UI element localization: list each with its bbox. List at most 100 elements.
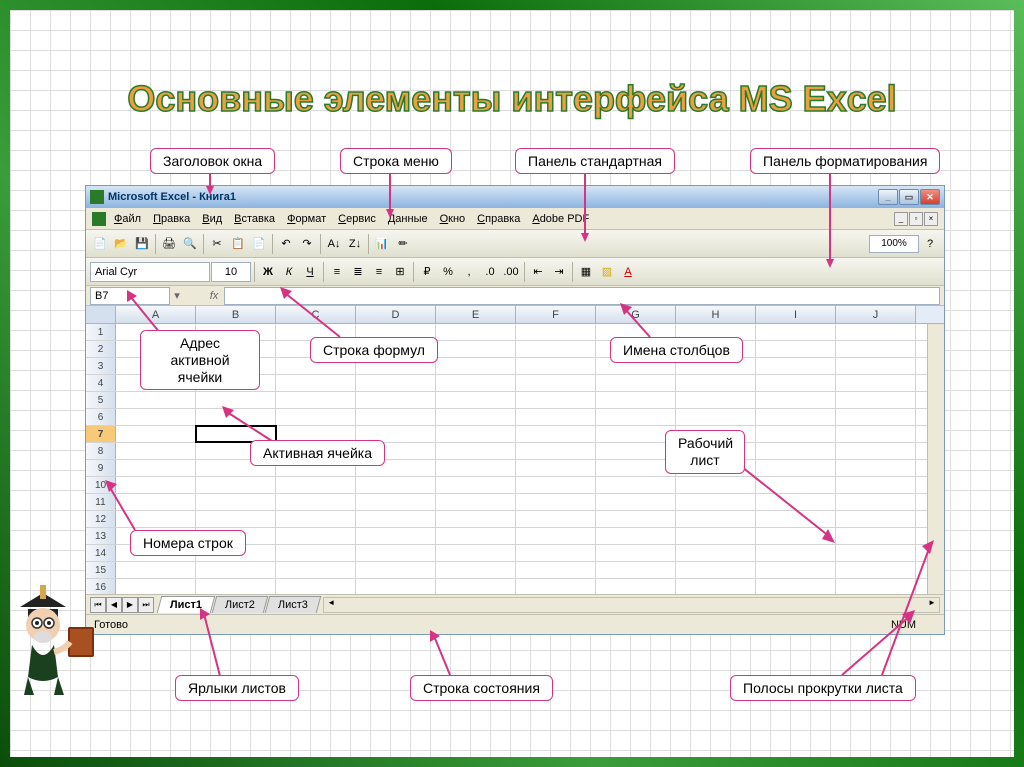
italic-button[interactable]: К (279, 262, 299, 282)
cell[interactable] (516, 579, 596, 594)
cell[interactable] (596, 443, 676, 459)
font-size-select[interactable] (211, 262, 251, 282)
cell[interactable] (356, 579, 436, 594)
cell[interactable] (356, 494, 436, 510)
help-button[interactable]: ? (920, 234, 940, 254)
cell[interactable] (436, 443, 516, 459)
doc-restore-button[interactable]: ▫ (909, 212, 923, 226)
cell[interactable] (276, 409, 356, 425)
cell[interactable] (596, 562, 676, 578)
save-button[interactable]: 💾 (132, 234, 152, 254)
menu-item[interactable]: Правка (147, 211, 196, 227)
cell[interactable] (596, 579, 676, 594)
cell[interactable] (516, 460, 596, 476)
cell[interactable] (516, 443, 596, 459)
cell[interactable] (756, 324, 836, 340)
cell[interactable] (356, 392, 436, 408)
percent-button[interactable]: % (438, 262, 458, 282)
cell[interactable] (756, 409, 836, 425)
row-header[interactable]: 6 (86, 409, 116, 425)
cell[interactable] (516, 341, 596, 357)
cell[interactable] (516, 545, 596, 561)
redo-button[interactable]: ↷ (297, 234, 317, 254)
cell[interactable] (116, 443, 196, 459)
row-header[interactable]: 5 (86, 392, 116, 408)
drawing-button[interactable]: ✏ (393, 234, 413, 254)
cell[interactable] (596, 409, 676, 425)
cell[interactable] (516, 324, 596, 340)
align-center-button[interactable]: ≣ (348, 262, 368, 282)
cell[interactable] (596, 477, 676, 493)
cell[interactable] (676, 392, 756, 408)
cell[interactable] (276, 477, 356, 493)
cell[interactable] (516, 562, 596, 578)
cell[interactable] (836, 511, 916, 527)
cell[interactable] (196, 477, 276, 493)
cell[interactable] (436, 324, 516, 340)
cell[interactable] (436, 409, 516, 425)
cell[interactable] (596, 528, 676, 544)
print-button[interactable]: 🖨 (159, 234, 179, 254)
cell[interactable] (516, 426, 596, 442)
cell[interactable] (436, 494, 516, 510)
indent-more-button[interactable]: ⇥ (549, 262, 569, 282)
cell[interactable] (676, 545, 756, 561)
cell[interactable] (436, 392, 516, 408)
cell[interactable] (596, 460, 676, 476)
cell[interactable] (276, 375, 356, 391)
cell[interactable] (676, 375, 756, 391)
comma-button[interactable]: , (459, 262, 479, 282)
paste-button[interactable]: 📄 (249, 234, 269, 254)
cell[interactable] (356, 511, 436, 527)
cell[interactable] (276, 562, 356, 578)
merge-button[interactable]: ⊞ (390, 262, 410, 282)
cell[interactable] (676, 409, 756, 425)
cell[interactable] (436, 341, 516, 357)
borders-button[interactable]: ▦ (576, 262, 596, 282)
cell[interactable] (756, 392, 836, 408)
menu-item[interactable]: Файл (108, 211, 147, 227)
cell[interactable] (836, 375, 916, 391)
cell[interactable] (516, 477, 596, 493)
row-header[interactable]: 9 (86, 460, 116, 476)
row-header[interactable]: 4 (86, 375, 116, 391)
cell[interactable] (436, 375, 516, 391)
zoom-select[interactable]: 100% (869, 235, 919, 253)
minimize-button[interactable]: _ (878, 189, 898, 205)
cell[interactable] (596, 426, 676, 442)
cell[interactable] (836, 341, 916, 357)
column-header[interactable]: E (436, 306, 516, 323)
cell[interactable] (436, 477, 516, 493)
cell[interactable] (356, 375, 436, 391)
cell[interactable] (836, 494, 916, 510)
align-left-button[interactable]: ≡ (327, 262, 347, 282)
tab-nav-prev[interactable]: ◀ (106, 597, 122, 613)
cell[interactable] (356, 409, 436, 425)
cell[interactable] (276, 494, 356, 510)
cell[interactable] (196, 562, 276, 578)
cell[interactable] (836, 477, 916, 493)
copy-button[interactable]: 📋 (228, 234, 248, 254)
menu-item[interactable]: Вид (196, 211, 228, 227)
cell[interactable] (276, 528, 356, 544)
cell[interactable] (116, 579, 196, 594)
fill-color-button[interactable]: ▨ (597, 262, 617, 282)
cell[interactable] (116, 562, 196, 578)
cell[interactable] (276, 511, 356, 527)
cell[interactable] (756, 545, 836, 561)
cell[interactable] (596, 375, 676, 391)
cell[interactable] (356, 528, 436, 544)
cell[interactable] (276, 392, 356, 408)
cell[interactable] (196, 494, 276, 510)
column-header[interactable]: B (196, 306, 276, 323)
column-header[interactable]: D (356, 306, 436, 323)
maximize-button[interactable]: ▭ (899, 189, 919, 205)
sort-desc-button[interactable]: Z↓ (345, 234, 365, 254)
row-header[interactable]: 2 (86, 341, 116, 357)
cell[interactable] (356, 545, 436, 561)
tab-nav-next[interactable]: ▶ (122, 597, 138, 613)
preview-button[interactable]: 🔍 (180, 234, 200, 254)
close-button[interactable]: ✕ (920, 189, 940, 205)
chart-button[interactable]: 📊 (372, 234, 392, 254)
cell[interactable] (596, 494, 676, 510)
